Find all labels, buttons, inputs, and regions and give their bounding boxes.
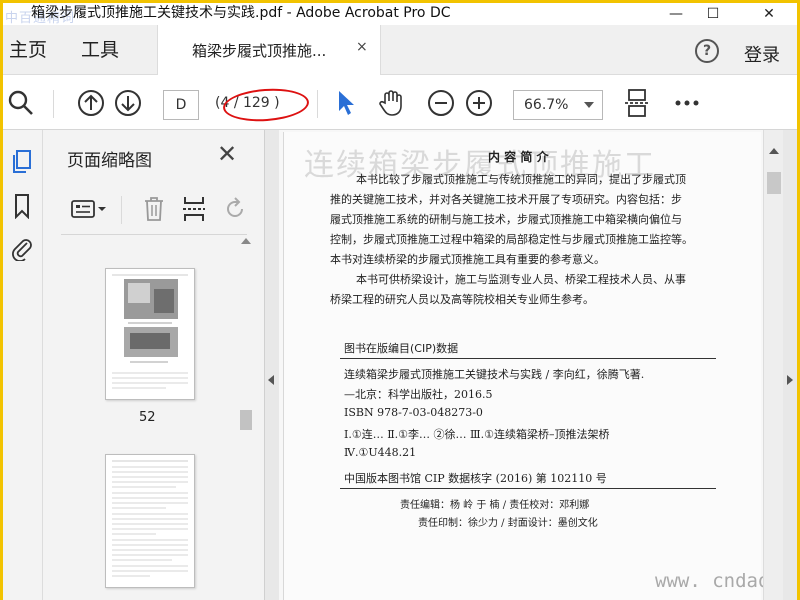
collapse-left-icon[interactable]	[268, 375, 274, 385]
site-watermark: www. cndao. com	[655, 570, 763, 592]
zoom-in-icon[interactable]	[465, 89, 493, 117]
cip-line-3: ISBN 978-7-03-048273-0	[344, 406, 483, 419]
intro-line-3: 履式顶推施工系统的研制与施工技术，步履式顶推施工中箱梁横向偏位与	[330, 213, 682, 226]
bookmark-icon[interactable]	[9, 192, 35, 220]
trash-icon[interactable]	[139, 192, 169, 226]
credit-line-1: 责任编辑：杨 岭 于 楠 / 责任校对：邓利娜	[400, 500, 590, 511]
cip-number: 中国版本图书馆 CIP 数据核字 (2016) 第 102110 号	[344, 472, 607, 485]
page-down-icon[interactable]	[114, 89, 142, 117]
cip-rule-bottom	[340, 488, 716, 489]
document-tab-close-icon[interactable]: ×	[356, 39, 368, 55]
pdf-page: 连续箱梁步履式顶推施工 内 容 简 介 本书比较了步履式顶推施工与传统顶推施工的…	[283, 132, 761, 600]
tab-document[interactable]: 箱梁步履式顶推施... ×	[157, 25, 381, 75]
thumbnail-page-number: 52	[139, 410, 156, 425]
undo-icon[interactable]	[221, 192, 249, 226]
chevron-down-icon	[584, 102, 594, 108]
zoom-level-select[interactable]: 66.7%	[513, 90, 603, 120]
cip-line-4: Ⅰ.①连… Ⅱ.①李… ②徐… Ⅲ.①连续箱梁桥–顶推法架桥	[344, 428, 610, 441]
page-number-input[interactable]: D	[163, 90, 199, 120]
cip-rule-top	[340, 358, 716, 359]
panel-divider	[61, 234, 247, 235]
select-arrow-icon[interactable]	[331, 89, 359, 117]
maximize-button[interactable]: ☐	[695, 3, 731, 25]
intro-line-4: 控制，步履式顶推施工过程中箱梁的局部稳定性与步履式顶推施工监控等。	[330, 233, 693, 246]
document-view: 连续箱梁步履式顶推施工 内 容 简 介 本书比较了步履式顶推施工与传统顶推施工的…	[279, 130, 763, 600]
left-rail	[3, 130, 43, 600]
thumbnails-panel: 页面缩略图 ✕ 52	[43, 130, 265, 600]
attachment-icon[interactable]	[9, 234, 35, 262]
page-options-icon[interactable]	[69, 192, 109, 226]
login-button[interactable]: 登录	[744, 41, 780, 67]
toolbar-separator	[53, 90, 54, 118]
page-heading: 内 容 简 介	[488, 150, 549, 164]
minimize-button[interactable]: —	[658, 3, 694, 25]
scroll-up-icon[interactable]	[241, 238, 251, 244]
help-icon[interactable]: ?	[695, 39, 719, 63]
right-panel-toggle[interactable]	[783, 130, 797, 600]
scroll-thumb[interactable]	[767, 172, 781, 194]
tab-tools[interactable]: 工具	[81, 35, 119, 62]
document-scrollbar[interactable]	[763, 130, 783, 600]
intro-line-5: 本书对连续桥梁的步履式顶推施工具有重要的参考意义。	[330, 253, 605, 266]
credit-line-2: 责任印制：徐少力 / 封面设计：墨创文化	[418, 518, 598, 529]
zoom-level-value: 66.7%	[524, 97, 569, 113]
fit-page-icon[interactable]	[623, 89, 651, 117]
close-window-button[interactable]: ✕	[751, 3, 787, 25]
more-icon[interactable]	[673, 89, 701, 117]
cip-line-1: 连续箱梁步履式顶推施工关键技术与实践 / 李向红，徐腾飞著.	[344, 368, 645, 381]
page-up-icon[interactable]	[77, 89, 105, 117]
window-title: 箱梁步履式顶推施工关键技术与实践.pdf - Adobe Acrobat Pro…	[31, 5, 451, 21]
audience-line-1: 本书可供桥梁设计，施工与监测专业人员、桥梁工程技术人员、从事	[356, 273, 686, 286]
hand-icon[interactable]	[377, 89, 405, 117]
toolbar-separator	[317, 90, 318, 118]
panel-title: 页面缩略图	[67, 151, 152, 171]
cip-heading: 图书在版编目(CIP)数据	[344, 342, 459, 355]
toolbar: D (4 / 129 ) 66.7%	[3, 76, 797, 130]
cip-line-2: —北京：科学出版社，2016.5	[344, 388, 493, 401]
expand-right-icon[interactable]	[787, 375, 793, 385]
scroll-thumb[interactable]	[240, 410, 252, 430]
scroll-up-icon[interactable]	[769, 148, 779, 154]
insert-page-icon[interactable]	[179, 192, 209, 226]
red-highlight-oval	[221, 86, 311, 124]
zoom-out-icon[interactable]	[427, 89, 455, 117]
page-thumbnails-icon[interactable]	[9, 148, 35, 176]
page-thumbnail-52[interactable]	[105, 268, 195, 400]
document-tab-label: 箱梁步履式顶推施...	[192, 42, 327, 60]
tab-bar: 主页 工具 箱梁步履式顶推施... × ? 登录	[3, 25, 797, 75]
panel-splitter[interactable]	[265, 130, 279, 600]
panel-separator	[121, 196, 122, 224]
cip-line-5: Ⅳ.①U448.21	[344, 446, 417, 459]
close-icon[interactable]: ✕	[217, 140, 237, 168]
audience-line-2: 桥梁工程的研究人员以及高等院校相关专业师生参考。	[330, 293, 594, 306]
intro-line-1: 本书比较了步履式顶推施工与传统顶推施工的异同，提出了步履式顶	[356, 173, 686, 186]
thumbnails-scrollbar[interactable]	[237, 236, 255, 600]
tab-home[interactable]: 主页	[9, 35, 47, 62]
search-icon[interactable]	[7, 89, 35, 117]
intro-line-2: 推的关键施工技术，并对各关键施工技术开展了专项研究。内容包括：步	[330, 193, 682, 206]
title-bar: 中百通精词 箱梁步履式顶推施工关键技术与实践.pdf - Adobe Acrob…	[3, 3, 797, 26]
page-thumbnail-53[interactable]	[105, 454, 195, 588]
